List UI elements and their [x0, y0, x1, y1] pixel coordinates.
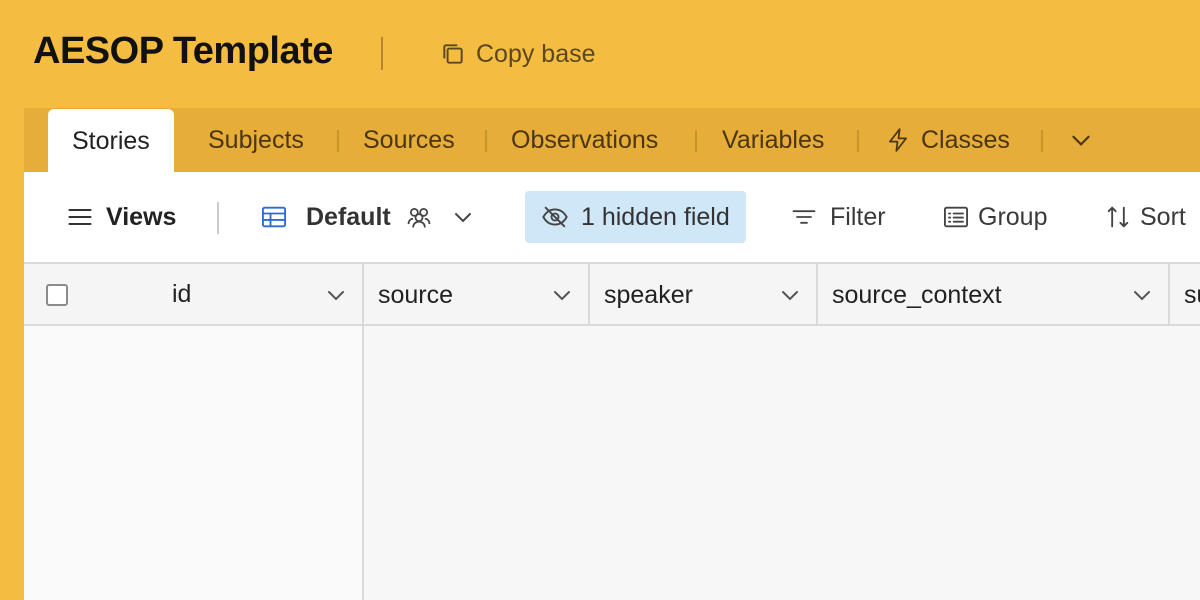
- tab-subjects[interactable]: Subjects: [208, 108, 304, 172]
- chevron-down-icon[interactable]: [1130, 283, 1154, 307]
- base-header: AESOP Template Copy base: [0, 0, 1200, 108]
- tab-stories[interactable]: Stories: [48, 109, 174, 173]
- sort-icon: [1107, 206, 1129, 228]
- more-tabs-button[interactable]: [1068, 108, 1104, 172]
- tab-label: Variables: [722, 125, 825, 154]
- column-name: source: [378, 280, 454, 309]
- filter-label: Filter: [830, 202, 886, 231]
- tab-separator: [1041, 130, 1043, 152]
- tab-label: Sources: [363, 125, 455, 154]
- column-name: id: [172, 280, 192, 308]
- chevron-down-icon[interactable]: [324, 283, 348, 307]
- tab-observations[interactable]: Observations: [511, 108, 658, 172]
- grid-view-icon: [261, 206, 287, 228]
- tab-variables[interactable]: Variables: [722, 108, 824, 172]
- column-header-source-context[interactable]: source_context: [818, 264, 1170, 326]
- table-view: Views Default 1 hidden field Filter Grou…: [24, 172, 1200, 600]
- tab-separator: [337, 130, 339, 152]
- table-tabs: Stories Subjects Sources Observations Va…: [24, 108, 1200, 173]
- sort-button[interactable]: Sort: [1104, 191, 1186, 243]
- column-name: source_context: [832, 280, 1002, 309]
- sort-label: Sort: [1140, 202, 1186, 231]
- filter-button[interactable]: Filter: [790, 191, 886, 243]
- grid-header-row: id source speaker source_context su: [24, 262, 1200, 326]
- chevron-down-icon[interactable]: [778, 283, 802, 307]
- select-all-checkbox[interactable]: [46, 284, 68, 306]
- eye-slash-icon: [542, 206, 568, 228]
- group-icon: [943, 206, 969, 228]
- views-button[interactable]: Views: [66, 191, 176, 243]
- tab-classes[interactable]: Classes: [885, 108, 1010, 172]
- grid-body: [24, 326, 1200, 600]
- frozen-column-pane: [24, 326, 362, 600]
- tab-separator: [695, 130, 697, 152]
- column-header-source[interactable]: source: [364, 264, 590, 326]
- lightning-icon: [889, 128, 907, 152]
- tab-sources[interactable]: Sources: [363, 108, 455, 172]
- view-name: Default: [306, 202, 391, 231]
- hidden-fields-label: 1 hidden field: [581, 202, 730, 231]
- copy-icon: [443, 44, 463, 64]
- hamburger-icon: [68, 208, 92, 226]
- copy-base-button[interactable]: Copy base: [440, 36, 596, 72]
- collaborative-view-icon: [407, 207, 431, 228]
- tab-label: Classes: [921, 125, 1010, 154]
- column-header-speaker[interactable]: speaker: [590, 264, 818, 326]
- tab-label: Stories: [72, 126, 150, 155]
- filter-icon: [792, 210, 816, 224]
- view-toolbar: Views Default 1 hidden field Filter Grou…: [24, 172, 1200, 262]
- column-header-partial[interactable]: su: [1170, 264, 1200, 326]
- tab-label: Subjects: [208, 125, 304, 154]
- column-name: su: [1184, 280, 1200, 309]
- view-switcher[interactable]: Default: [260, 191, 475, 243]
- tab-separator: [485, 130, 487, 152]
- group-label: Group: [978, 202, 1048, 231]
- tab-separator: [857, 130, 859, 152]
- frozen-divider[interactable]: [362, 326, 364, 600]
- copy-base-label: Copy base: [476, 39, 596, 68]
- hide-fields-button[interactable]: 1 hidden field: [525, 191, 746, 243]
- tab-label: Observations: [511, 125, 659, 154]
- column-name: speaker: [604, 280, 693, 309]
- toolbar-divider: [217, 202, 219, 234]
- views-label: Views: [106, 202, 177, 231]
- base-title[interactable]: AESOP Template: [33, 30, 333, 73]
- title-divider: [381, 37, 383, 70]
- group-button[interactable]: Group: [942, 191, 1047, 243]
- chevron-down-icon: [1072, 135, 1090, 146]
- chevron-down-icon[interactable]: [550, 283, 574, 307]
- chevron-down-icon: [454, 213, 471, 223]
- column-header-id[interactable]: id: [24, 264, 364, 326]
